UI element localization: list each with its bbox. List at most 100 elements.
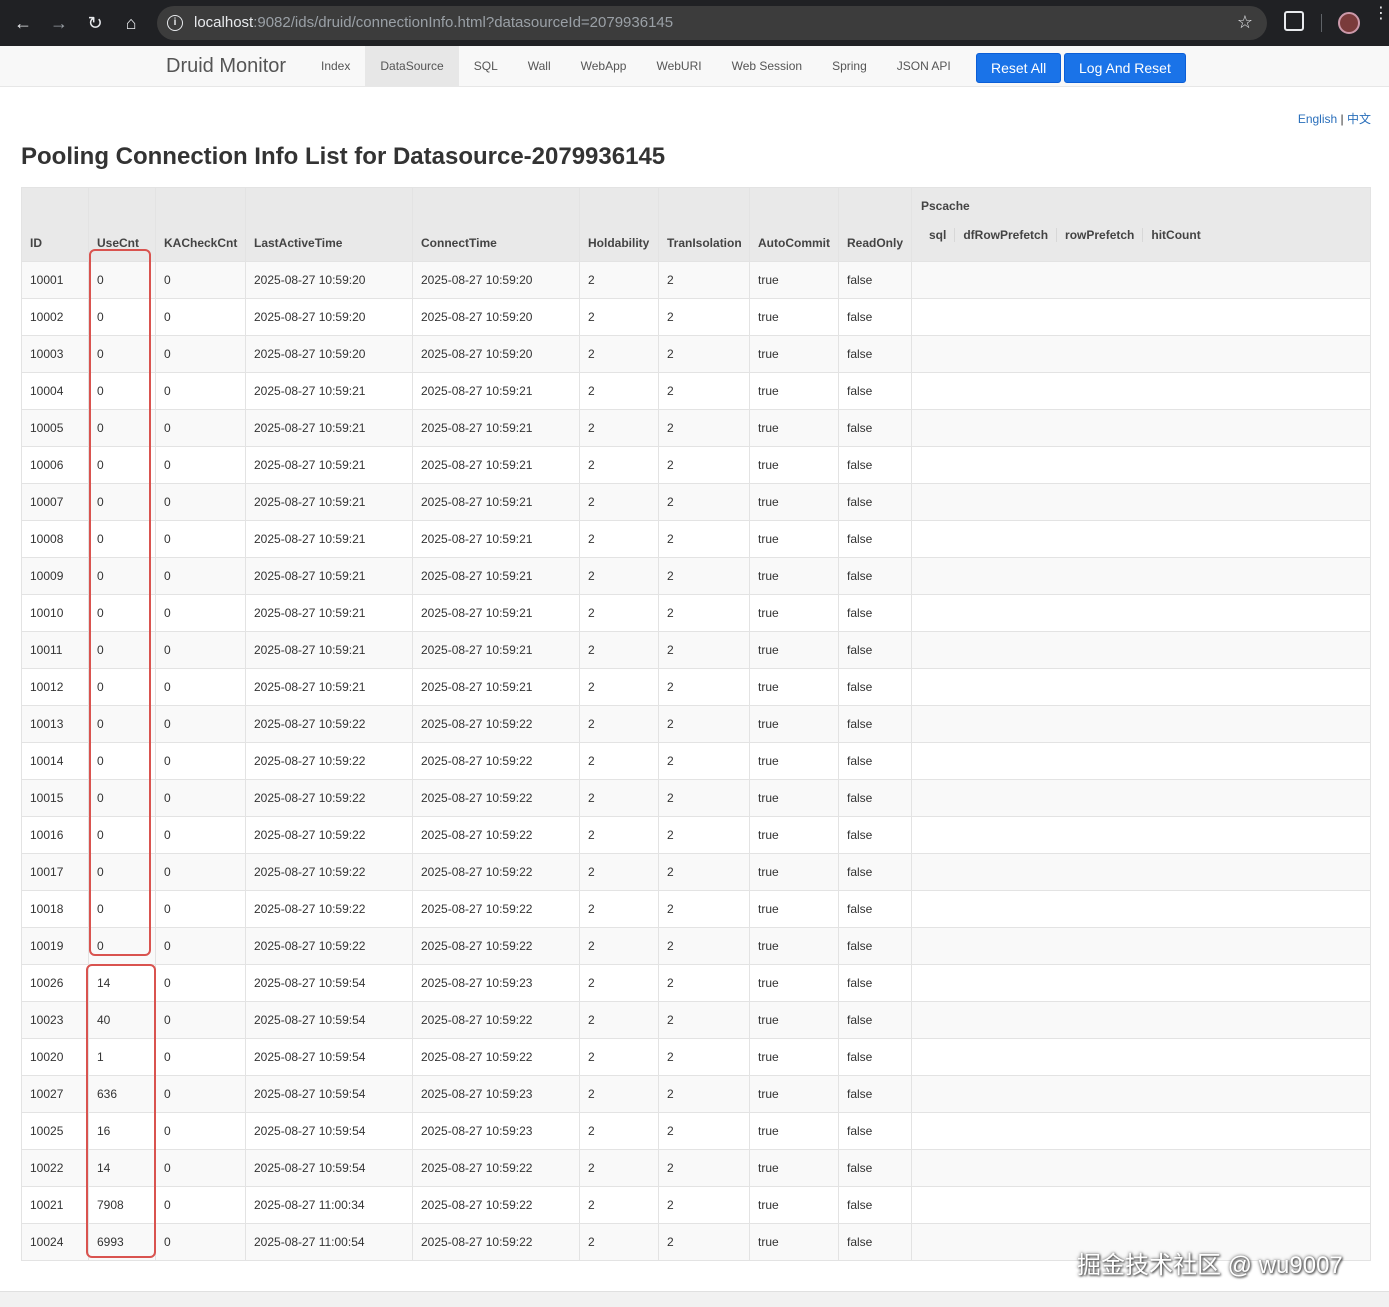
nav-wall[interactable]: Wall: [513, 46, 566, 86]
table-row: 10023 40 0 2025-08-27 10:59:54 2025-08-27 10…: [21, 1001, 1371, 1039]
cell-lastactivetime: 2025-08-27 10:59:22: [245, 890, 413, 928]
cell-id: 10025: [21, 1112, 89, 1150]
cell-connecttime: 2025-08-27 10:59:22: [412, 1001, 580, 1039]
lang-english-link[interactable]: English: [1298, 112, 1337, 126]
cell-lastactivetime: 2025-08-27 10:59:20: [245, 298, 413, 336]
cell-tranisolation: 2: [658, 1038, 750, 1076]
header-readonly: ReadOnly: [838, 187, 912, 262]
home-icon[interactable]: ⌂: [119, 11, 143, 35]
cell-tranisolation: 2: [658, 668, 750, 706]
cell-autocommit: true: [749, 520, 839, 558]
cell-id: 10013: [21, 705, 89, 743]
cell-tranisolation: 2: [658, 964, 750, 1002]
nav-datasource[interactable]: DataSource: [365, 46, 459, 86]
nav-weburi[interactable]: WebURI: [641, 46, 716, 86]
cell-pscache: [911, 816, 1371, 854]
reload-icon[interactable]: ↻: [83, 11, 107, 35]
cell-kacheckcnt: 0: [155, 964, 246, 1002]
cell-usecnt: 14: [88, 1149, 156, 1187]
header-autocommit: AutoCommit: [749, 187, 839, 262]
log-and-reset-button[interactable]: Log And Reset: [1064, 53, 1186, 83]
nav-web-session[interactable]: Web Session: [717, 46, 817, 86]
cell-id: 10008: [21, 520, 89, 558]
cell-holdability: 2: [579, 594, 659, 632]
cell-readonly: false: [838, 557, 912, 595]
pscache-rowprefetch-header: rowPrefetch: [1056, 228, 1142, 242]
cell-kacheckcnt: 0: [155, 668, 246, 706]
cell-usecnt: 0: [88, 668, 156, 706]
cell-connecttime: 2025-08-27 10:59:23: [412, 1112, 580, 1150]
cell-pscache: [911, 779, 1371, 817]
cell-lastactivetime: 2025-08-27 10:59:54: [245, 1149, 413, 1187]
forward-icon[interactable]: →: [47, 11, 71, 35]
cell-tranisolation: 2: [658, 298, 750, 336]
cell-readonly: false: [838, 1112, 912, 1150]
reset-all-button[interactable]: Reset All: [976, 53, 1062, 83]
cell-kacheckcnt: 0: [155, 779, 246, 817]
nav-webapp[interactable]: WebApp: [566, 46, 642, 86]
menu-icon[interactable]: ⋮: [1373, 6, 1389, 22]
nav-spring[interactable]: Spring: [817, 46, 882, 86]
cell-pscache: [911, 705, 1371, 743]
cell-autocommit: true: [749, 1112, 839, 1150]
cell-kacheckcnt: 0: [155, 631, 246, 669]
address-bar[interactable]: i localhost:9082/ids/druid/connectionInf…: [157, 6, 1267, 40]
nav-sql[interactable]: SQL: [459, 46, 513, 86]
cell-lastactivetime: 2025-08-27 10:59:21: [245, 557, 413, 595]
cell-lastactivetime: 2025-08-27 10:59:54: [245, 964, 413, 1002]
cell-tranisolation: 2: [658, 1001, 750, 1039]
site-info-icon[interactable]: i: [167, 15, 183, 31]
brand-title[interactable]: Druid Monitor: [166, 55, 286, 78]
cell-usecnt: 0: [88, 335, 156, 373]
cell-pscache: [911, 1038, 1371, 1076]
cell-tranisolation: 2: [658, 483, 750, 521]
url-text[interactable]: localhost:9082/ids/druid/connectionInfo.…: [194, 14, 673, 31]
table-row: 10006 0 0 2025-08-27 10:59:21 2025-08-27 10:…: [21, 446, 1371, 484]
cell-autocommit: true: [749, 372, 839, 410]
header-holdability: Holdability: [579, 187, 659, 262]
cell-usecnt: 0: [88, 742, 156, 780]
cell-readonly: false: [838, 298, 912, 336]
cell-connecttime: 2025-08-27 10:59:22: [412, 1038, 580, 1076]
cell-readonly: false: [838, 964, 912, 1002]
table-row: 10004 0 0 2025-08-27 10:59:21 2025-08-27 10:…: [21, 372, 1371, 410]
cell-tranisolation: 2: [658, 1186, 750, 1224]
cell-holdability: 2: [579, 261, 659, 299]
cell-pscache: [911, 594, 1371, 632]
cell-autocommit: true: [749, 779, 839, 817]
extensions-icon[interactable]: [1284, 11, 1304, 31]
cell-connecttime: 2025-08-27 10:59:23: [412, 964, 580, 1002]
cell-pscache: [911, 853, 1371, 891]
cell-connecttime: 2025-08-27 10:59:21: [412, 594, 580, 632]
profile-avatar[interactable]: [1338, 12, 1360, 34]
cell-autocommit: true: [749, 964, 839, 1002]
url-host: localhost: [194, 14, 254, 31]
nav-json-api[interactable]: JSON API: [882, 46, 966, 86]
cell-usecnt: 0: [88, 816, 156, 854]
cell-holdability: 2: [579, 1075, 659, 1113]
table-row: 10019 0 0 2025-08-27 10:59:22 2025-08-27 10:…: [21, 927, 1371, 965]
cell-kacheckcnt: 0: [155, 1112, 246, 1150]
cell-readonly: false: [838, 520, 912, 558]
nav-index[interactable]: Index: [306, 46, 365, 86]
cell-usecnt: 40: [88, 1001, 156, 1039]
table-row: 10018 0 0 2025-08-27 10:59:22 2025-08-27 10:…: [21, 890, 1371, 928]
cell-lastactivetime: 2025-08-27 10:59:54: [245, 1075, 413, 1113]
bookmark-star-icon[interactable]: ☆: [1237, 12, 1253, 33]
cell-holdability: 2: [579, 372, 659, 410]
cell-id: 10022: [21, 1149, 89, 1187]
cell-readonly: false: [838, 705, 912, 743]
cell-id: 10009: [21, 557, 89, 595]
cell-lastactivetime: 2025-08-27 10:59:21: [245, 668, 413, 706]
header-usecnt: UseCnt: [88, 187, 156, 262]
cell-tranisolation: 2: [658, 1112, 750, 1150]
table-row: 10010 0 0 2025-08-27 10:59:21 2025-08-27 10:…: [21, 594, 1371, 632]
cell-lastactivetime: 2025-08-27 10:59:21: [245, 483, 413, 521]
cell-kacheckcnt: 0: [155, 409, 246, 447]
cell-kacheckcnt: 0: [155, 742, 246, 780]
cell-kacheckcnt: 0: [155, 890, 246, 928]
cell-usecnt: 0: [88, 557, 156, 595]
lang-chinese-link[interactable]: 中文: [1347, 112, 1371, 126]
cell-connecttime: 2025-08-27 10:59:22: [412, 1223, 580, 1261]
back-icon[interactable]: ←: [11, 11, 35, 35]
